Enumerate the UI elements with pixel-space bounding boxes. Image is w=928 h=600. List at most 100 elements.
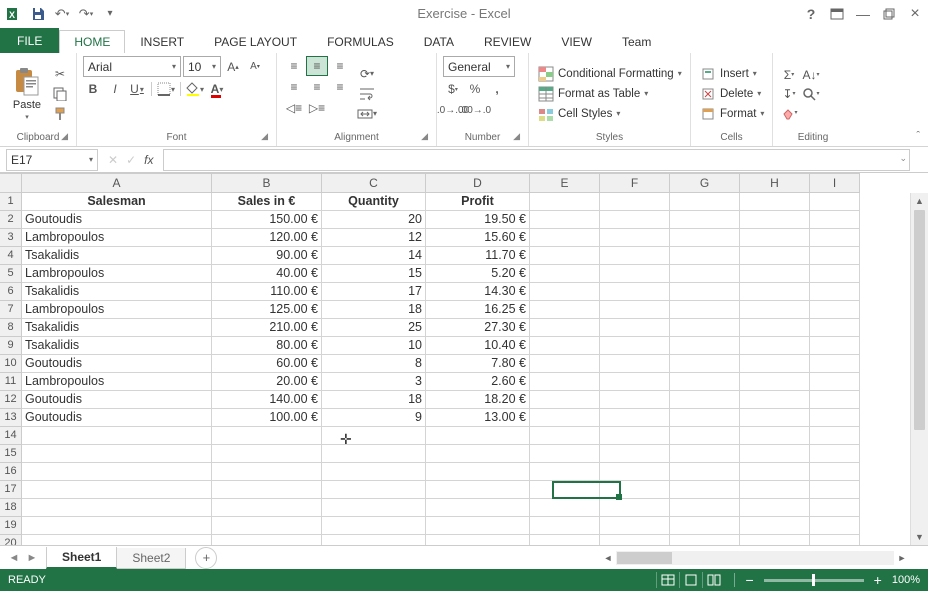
cell[interactable] [810,391,860,409]
cell[interactable]: Tsakalidis [22,337,212,355]
cell[interactable] [670,229,740,247]
font-size-select[interactable]: 10▾ [183,56,221,77]
merge-icon[interactable]: ▾ [357,105,377,123]
conditional-formatting-button[interactable]: Conditional Formatting ▾ [535,64,684,83]
cell[interactable]: 100.00 € [212,409,322,427]
cell[interactable] [212,445,322,463]
cell[interactable] [322,445,426,463]
cell[interactable] [670,283,740,301]
cell[interactable] [22,499,212,517]
row-header[interactable]: 19 [0,517,22,535]
cell[interactable] [740,283,810,301]
excel-app-icon[interactable]: X [4,4,24,24]
cell[interactable] [322,535,426,545]
cell[interactable] [810,229,860,247]
paste-button[interactable]: Paste ▾ [6,56,48,131]
row-header[interactable]: 12 [0,391,22,409]
bold-icon[interactable]: B [83,80,103,98]
cell[interactable] [600,445,670,463]
cell[interactable]: 140.00 € [212,391,322,409]
cell[interactable] [810,193,860,211]
cell[interactable] [740,481,810,499]
tab-page-layout[interactable]: PAGE LAYOUT [199,30,312,53]
cell[interactable] [530,337,600,355]
close-icon[interactable]: × [906,5,924,23]
cell[interactable] [670,391,740,409]
undo-icon[interactable]: ↶▾ [52,4,72,24]
cell[interactable] [600,373,670,391]
percent-icon[interactable]: % [465,80,485,98]
cell[interactable] [810,337,860,355]
cell[interactable]: 12 [322,229,426,247]
cell[interactable] [670,337,740,355]
cell[interactable] [740,211,810,229]
cell[interactable]: 18 [322,301,426,319]
fx-icon[interactable]: fx [144,153,153,167]
cell[interactable] [740,445,810,463]
cell[interactable] [600,355,670,373]
border-icon[interactable]: ▾ [156,80,176,98]
cell[interactable] [530,517,600,535]
row-header[interactable]: 4 [0,247,22,265]
cell[interactable] [600,265,670,283]
cell[interactable] [600,247,670,265]
col-header-E[interactable]: E [530,173,600,193]
cell[interactable] [810,319,860,337]
cell[interactable] [670,463,740,481]
cell[interactable]: Tsakalidis [22,319,212,337]
cell[interactable] [810,409,860,427]
row-header[interactable]: 14 [0,427,22,445]
cell[interactable]: Quantity [322,193,426,211]
cell[interactable] [740,391,810,409]
zoom-slider[interactable] [764,579,864,582]
zoom-level[interactable]: 100% [892,574,920,586]
cell[interactable] [426,445,530,463]
align-middle-icon[interactable]: ≡ [306,56,328,76]
tab-team[interactable]: Team [607,30,666,53]
cell[interactable] [600,517,670,535]
decrease-decimal-icon[interactable]: .00→.0 [465,101,485,119]
cell[interactable] [22,481,212,499]
orientation-icon[interactable]: ⟳▾ [357,65,377,83]
align-top-icon[interactable]: ≡ [283,56,305,76]
hscroll-right-icon[interactable]: ► [894,553,910,563]
scroll-down-icon[interactable]: ▼ [911,529,928,545]
cell[interactable] [670,445,740,463]
cell[interactable] [600,319,670,337]
cell[interactable] [740,535,810,545]
qat-customize-icon[interactable]: ▾ [100,4,120,24]
increase-font-icon[interactable]: A▴ [223,58,243,76]
cell[interactable] [600,409,670,427]
cell[interactable] [600,499,670,517]
cell[interactable] [670,481,740,499]
fill-color-icon[interactable]: ▾ [185,80,205,98]
cell-styles-button[interactable]: Cell Styles ▾ [535,104,684,123]
align-left-icon[interactable]: ≡ [283,77,305,97]
cell[interactable] [22,535,212,545]
cell[interactable] [670,499,740,517]
cell[interactable] [670,409,740,427]
cell[interactable] [212,535,322,545]
vertical-scrollbar[interactable]: ▲ ▼ [910,193,928,545]
row-header[interactable]: 9 [0,337,22,355]
cell[interactable] [530,265,600,283]
cell[interactable] [426,463,530,481]
cell[interactable] [530,409,600,427]
tab-review[interactable]: REVIEW [469,30,546,53]
cell[interactable]: Lambropoulos [22,229,212,247]
zoom-out-icon[interactable]: − [745,572,753,588]
hscroll-left-icon[interactable]: ◄ [600,553,616,563]
cell[interactable] [426,535,530,545]
accounting-icon[interactable]: $▾ [443,80,463,98]
cell[interactable]: 9 [322,409,426,427]
cell[interactable] [810,301,860,319]
cell[interactable] [810,211,860,229]
cell[interactable] [530,301,600,319]
align-center-icon[interactable]: ≡ [306,77,328,97]
cell[interactable] [212,481,322,499]
row-header[interactable]: 13 [0,409,22,427]
cell[interactable] [600,481,670,499]
cell[interactable]: 10.40 € [426,337,530,355]
cell[interactable]: 27.30 € [426,319,530,337]
row-header[interactable]: 17 [0,481,22,499]
